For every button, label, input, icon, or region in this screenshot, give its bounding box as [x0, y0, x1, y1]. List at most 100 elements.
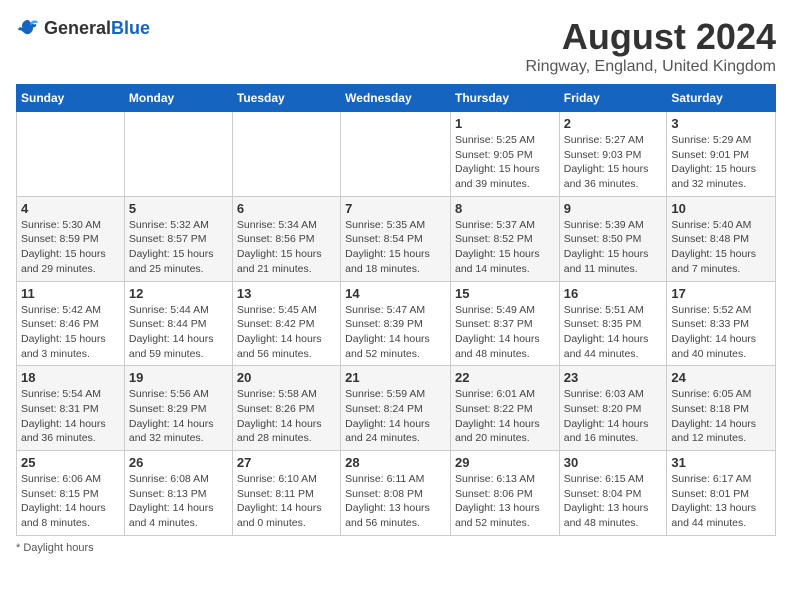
calendar-cell: 5Sunrise: 5:32 AMSunset: 8:57 PMDaylight… [124, 196, 232, 281]
day-number: 9 [564, 201, 663, 216]
calendar-cell: 18 Sunrise: 5:54 AMSunset: 8:31 PMDayligh… [17, 366, 125, 451]
day-info: Sunrise: 5:45 AMSunset: 8:42 PMDaylight:… [237, 303, 336, 362]
day-number: 26 [129, 455, 228, 470]
day-number: 19 [129, 370, 228, 385]
calendar-cell: 2 Sunrise: 5:27 AMSunset: 9:03 PMDaylight… [559, 112, 667, 197]
calendar-cell: 23 Sunrise: 6:03 AMSunset: 8:20 PMDayligh… [559, 366, 667, 451]
day-info: Sunrise: 5:58 AMSunset: 8:26 PMDaylight:… [237, 387, 336, 446]
day-info: Sunrise: 6:13 AMSunset: 8:06 PMDaylight:… [455, 472, 555, 531]
day-info: Sunrise: 5:39 AMSunset: 8:50 PMDaylight:… [564, 218, 663, 277]
day-info: Sunrise: 6:01 AMSunset: 8:22 PMDaylight:… [455, 387, 555, 446]
calendar-cell [341, 112, 451, 197]
day-info: Sunrise: 5:29 AMSunset: 9:01 PMDaylight:… [671, 133, 771, 192]
day-number: 13 [237, 286, 336, 301]
day-info: Sunrise: 5:42 AMSunset: 8:46 PMDaylight:… [21, 303, 120, 362]
footer-note-text: Daylight hours [23, 542, 93, 554]
day-info: Sunrise: 5:56 AMSunset: 8:29 PMDaylight:… [129, 387, 228, 446]
day-info: Sunrise: 5:59 AMSunset: 8:24 PMDaylight:… [345, 387, 446, 446]
calendar-table: SundayMondayTuesdayWednesdayThursdayFrid… [16, 84, 776, 536]
calendar-cell: 19 Sunrise: 5:56 AMSunset: 8:29 PMDayligh… [124, 366, 232, 451]
day-number: 3 [671, 116, 771, 131]
day-info: Sunrise: 5:47 AMSunset: 8:39 PMDaylight:… [345, 303, 446, 362]
day-number: 30 [564, 455, 663, 470]
day-info: Sunrise: 5:27 AMSunset: 9:03 PMDaylight:… [564, 133, 663, 192]
day-info: Sunrise: 5:40 AMSunset: 8:48 PMDaylight:… [671, 218, 771, 277]
title-block: August 2024 Ringway, England, United Kin… [525, 16, 776, 76]
day-info: Sunrise: 5:52 AMSunset: 8:33 PMDaylight:… [671, 303, 771, 362]
day-number: 15 [455, 286, 555, 301]
day-info: Sunrise: 5:54 AMSunset: 8:31 PMDaylight:… [21, 387, 120, 446]
calendar-cell: 14 Sunrise: 5:47 AMSunset: 8:39 PMDayligh… [341, 281, 451, 366]
calendar-cell [124, 112, 232, 197]
calendar-cell: 7Sunrise: 5:35 AMSunset: 8:54 PMDaylight… [341, 196, 451, 281]
location-title: Ringway, England, United Kingdom [525, 58, 776, 76]
calendar-cell: 25 Sunrise: 6:06 AMSunset: 8:15 PMDayligh… [17, 451, 125, 536]
calendar-cell: 11 Sunrise: 5:42 AMSunset: 8:46 PMDayligh… [17, 281, 125, 366]
calendar-cell: 24Sunrise: 6:05 AMSunset: 8:18 PMDayligh… [667, 366, 776, 451]
calendar-week-row: 4 Sunrise: 5:30 AMSunset: 8:59 PMDaylight… [17, 196, 776, 281]
logo-bird-icon [16, 16, 40, 40]
day-info: Sunrise: 6:10 AMSunset: 8:11 PMDaylight:… [237, 472, 336, 531]
calendar-cell: 10 Sunrise: 5:40 AMSunset: 8:48 PMDayligh… [667, 196, 776, 281]
calendar-cell: 30 Sunrise: 6:15 AMSunset: 8:04 PMDayligh… [559, 451, 667, 536]
day-info: Sunrise: 5:30 AMSunset: 8:59 PMDaylight:… [21, 218, 120, 277]
calendar-cell: 9 Sunrise: 5:39 AMSunset: 8:50 PMDaylight… [559, 196, 667, 281]
calendar-week-row: 1Sunrise: 5:25 AMSunset: 9:05 PMDaylight… [17, 112, 776, 197]
calendar-cell: 21 Sunrise: 5:59 AMSunset: 8:24 PMDayligh… [341, 366, 451, 451]
calendar-week-row: 18 Sunrise: 5:54 AMSunset: 8:31 PMDayligh… [17, 366, 776, 451]
day-info: Sunrise: 6:11 AMSunset: 8:08 PMDaylight:… [345, 472, 446, 531]
day-number: 14 [345, 286, 446, 301]
calendar-cell: 22 Sunrise: 6:01 AMSunset: 8:22 PMDayligh… [450, 366, 559, 451]
day-number: 21 [345, 370, 446, 385]
day-number: 6 [237, 201, 336, 216]
column-header-wednesday: Wednesday [341, 85, 451, 112]
calendar-cell: 6Sunrise: 5:34 AMSunset: 8:56 PMDaylight… [232, 196, 340, 281]
day-info: Sunrise: 6:17 AMSunset: 8:01 PMDaylight:… [671, 472, 771, 531]
calendar-cell: 17 Sunrise: 5:52 AMSunset: 8:33 PMDayligh… [667, 281, 776, 366]
calendar-cell: 28Sunrise: 6:11 AMSunset: 8:08 PMDayligh… [341, 451, 451, 536]
day-number: 7 [345, 201, 446, 216]
day-info: Sunrise: 5:49 AMSunset: 8:37 PMDaylight:… [455, 303, 555, 362]
day-number: 2 [564, 116, 663, 131]
calendar-cell: 12Sunrise: 5:44 AMSunset: 8:44 PMDayligh… [124, 281, 232, 366]
day-info: Sunrise: 6:03 AMSunset: 8:20 PMDaylight:… [564, 387, 663, 446]
day-number: 18 [21, 370, 120, 385]
column-header-friday: Friday [559, 85, 667, 112]
day-number: 31 [671, 455, 771, 470]
day-number: 29 [455, 455, 555, 470]
day-info: Sunrise: 6:06 AMSunset: 8:15 PMDaylight:… [21, 472, 120, 531]
day-number: 17 [671, 286, 771, 301]
calendar-cell: 3 Sunrise: 5:29 AMSunset: 9:01 PMDaylight… [667, 112, 776, 197]
column-header-sunday: Sunday [17, 85, 125, 112]
calendar-week-row: 11 Sunrise: 5:42 AMSunset: 8:46 PMDayligh… [17, 281, 776, 366]
calendar-cell: 26Sunrise: 6:08 AMSunset: 8:13 PMDayligh… [124, 451, 232, 536]
day-number: 10 [671, 201, 771, 216]
column-header-thursday: Thursday [450, 85, 559, 112]
day-number: 23 [564, 370, 663, 385]
calendar-cell: 27 Sunrise: 6:10 AMSunset: 8:11 PMDayligh… [232, 451, 340, 536]
day-number: 25 [21, 455, 120, 470]
column-header-tuesday: Tuesday [232, 85, 340, 112]
day-number: 5 [129, 201, 228, 216]
logo: GeneralBlue [16, 16, 150, 40]
calendar-cell: 31 Sunrise: 6:17 AMSunset: 8:01 PMDayligh… [667, 451, 776, 536]
calendar-week-row: 25 Sunrise: 6:06 AMSunset: 8:15 PMDayligh… [17, 451, 776, 536]
day-number: 20 [237, 370, 336, 385]
day-number: 16 [564, 286, 663, 301]
column-header-monday: Monday [124, 85, 232, 112]
day-number: 27 [237, 455, 336, 470]
calendar-cell: 4 Sunrise: 5:30 AMSunset: 8:59 PMDaylight… [17, 196, 125, 281]
day-number: 12 [129, 286, 228, 301]
logo-text: GeneralBlue [44, 18, 150, 39]
footer-note: * Daylight hours [16, 542, 776, 554]
calendar-header-row: SundayMondayTuesdayWednesdayThursdayFrid… [17, 85, 776, 112]
day-info: Sunrise: 6:15 AMSunset: 8:04 PMDaylight:… [564, 472, 663, 531]
day-number: 24 [671, 370, 771, 385]
day-number: 11 [21, 286, 120, 301]
day-number: 4 [21, 201, 120, 216]
day-number: 22 [455, 370, 555, 385]
column-header-saturday: Saturday [667, 85, 776, 112]
day-info: Sunrise: 5:51 AMSunset: 8:35 PMDaylight:… [564, 303, 663, 362]
day-info: Sunrise: 5:25 AMSunset: 9:05 PMDaylight:… [455, 133, 555, 192]
calendar-cell: 1Sunrise: 5:25 AMSunset: 9:05 PMDaylight… [450, 112, 559, 197]
